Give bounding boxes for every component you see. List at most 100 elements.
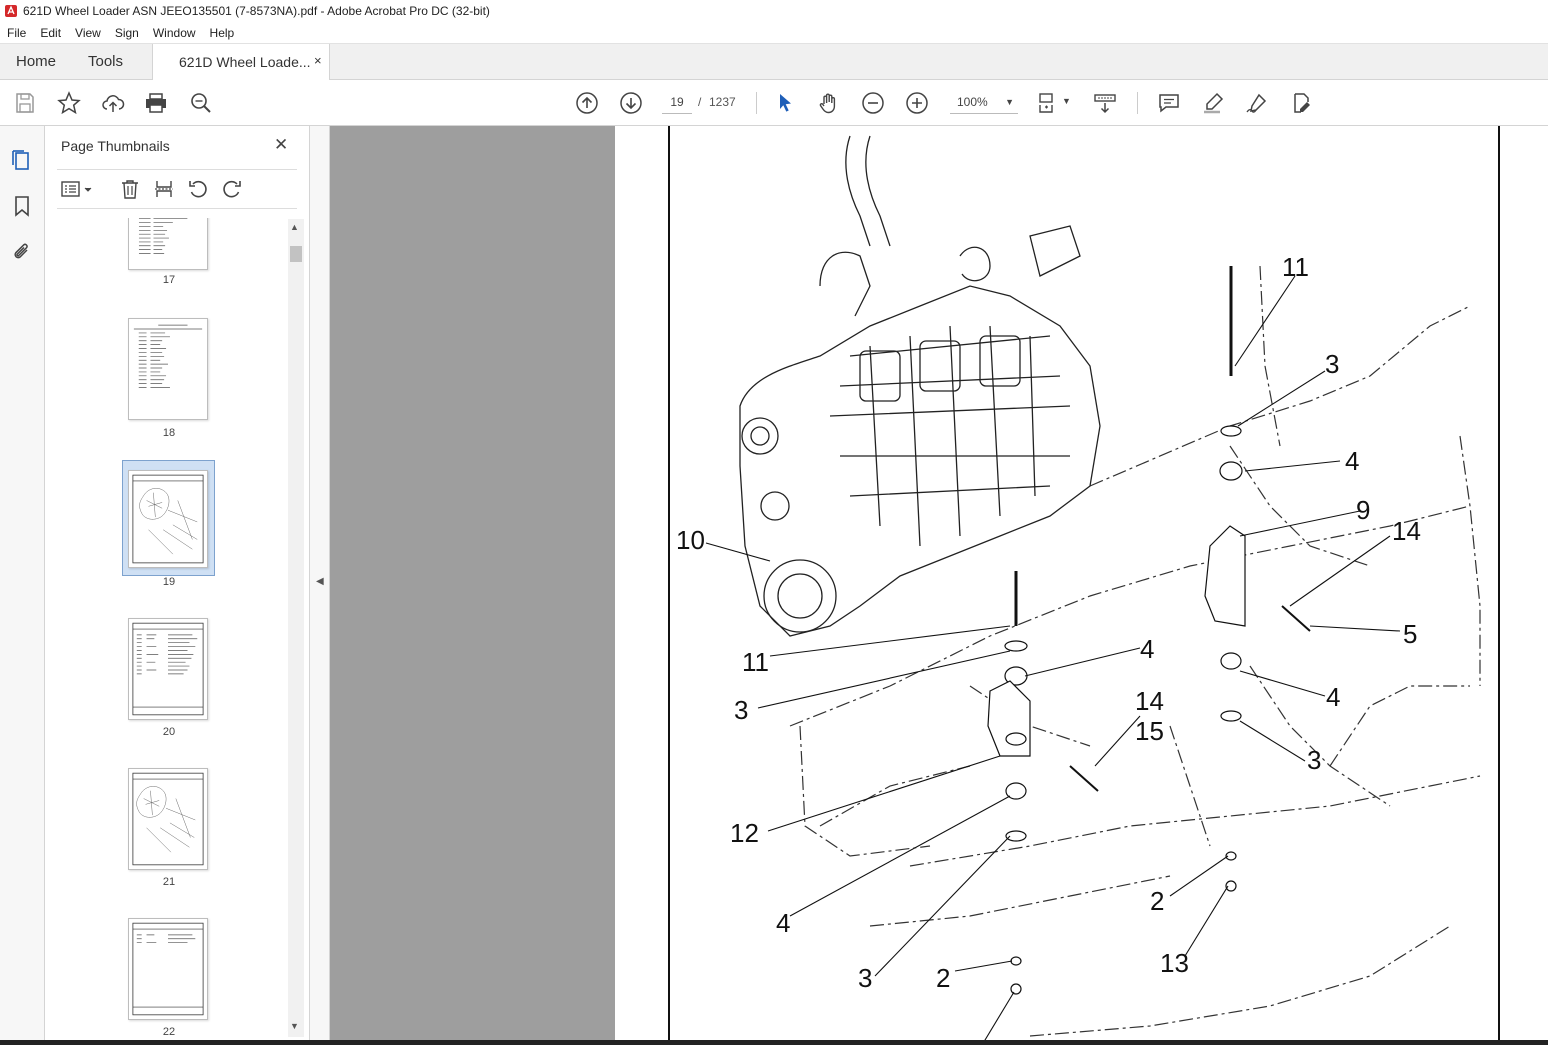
tab-close-icon[interactable]: × xyxy=(314,53,322,68)
rotate-counterclockwise-icon[interactable] xyxy=(187,178,209,200)
thumbnail-page-selected[interactable] xyxy=(128,470,208,568)
edit-pdf-icon[interactable] xyxy=(1289,91,1313,115)
thumbnail-content xyxy=(138,218,188,254)
chevron-down-icon: ▼ xyxy=(1005,97,1014,107)
rotate-clockwise-icon[interactable] xyxy=(221,178,243,200)
thumbnail-content xyxy=(132,622,204,716)
thumbnail-list: 17 18 19 20 21 22 xyxy=(57,218,287,1038)
menu-view[interactable]: View xyxy=(68,26,108,40)
total-pages: 1237 xyxy=(709,95,736,109)
thumbnail-page-number: 18 xyxy=(162,427,176,439)
main-toolbar: 19 / 1237 100% ▼ ▼ xyxy=(0,80,1548,126)
bookmarks-icon[interactable] xyxy=(10,194,34,218)
zoom-level-select[interactable]: 100% ▼ xyxy=(950,90,1018,114)
thumbnail-content xyxy=(133,324,203,388)
callout-label: 2 xyxy=(1150,886,1164,916)
comment-icon[interactable] xyxy=(1157,91,1181,115)
scroll-up-icon[interactable]: ▲ xyxy=(290,222,299,232)
callout-label: 4 xyxy=(1140,634,1154,664)
thumbnail-scrollbar[interactable] xyxy=(288,219,304,1037)
scroll-down-icon[interactable]: ▼ xyxy=(290,1021,299,1031)
callout-label: 11 xyxy=(742,647,769,677)
callout-label: 13 xyxy=(1160,948,1189,978)
extract-pages-icon[interactable] xyxy=(153,178,175,200)
thumbnail-options-icon[interactable] xyxy=(61,178,95,200)
thumbnail-page[interactable] xyxy=(128,318,208,420)
draw-sign-icon[interactable] xyxy=(1245,91,1269,115)
thumbnail-scrollbar-thumb[interactable] xyxy=(290,246,302,262)
panel-close-icon[interactable]: ✕ xyxy=(274,135,288,155)
zoom-level-value: 100% xyxy=(957,95,988,109)
print-icon[interactable] xyxy=(144,91,168,115)
thumbnail-content xyxy=(132,474,204,564)
search-zoom-icon[interactable] xyxy=(189,91,213,115)
menu-file[interactable]: File xyxy=(0,26,33,40)
thumbnail-page-number: 19 xyxy=(162,576,176,588)
callout-label: 2 xyxy=(936,963,950,993)
menu-edit[interactable]: Edit xyxy=(33,26,68,40)
tab-tools[interactable]: Tools xyxy=(88,53,123,70)
thumbnail-page-number: 17 xyxy=(162,274,176,286)
page-thumbnails-icon[interactable] xyxy=(10,148,34,172)
panel-splitter[interactable]: ◀ xyxy=(310,126,330,1045)
cloud-upload-icon[interactable] xyxy=(101,91,125,115)
document-background xyxy=(330,126,615,1045)
page-number-input[interactable]: 19 xyxy=(662,90,692,114)
callout-label: 3 xyxy=(734,695,748,725)
select-cursor-icon[interactable] xyxy=(773,91,797,115)
callout-label: 11 xyxy=(1282,252,1309,282)
attachments-icon[interactable] xyxy=(10,240,34,264)
collapse-panel-icon[interactable]: ◀ xyxy=(316,576,324,587)
tab-bar: Home Tools 621D Wheel Loade... × xyxy=(0,43,1548,81)
delete-page-icon[interactable] xyxy=(119,178,141,200)
zoom-out-icon[interactable] xyxy=(861,91,885,115)
callout-label: 3 xyxy=(858,963,872,993)
tab-home[interactable]: Home xyxy=(16,53,56,70)
pdf-page[interactable]: 11 3 4 9 14 5 4 3 10 11 3 4 14 15 12 4 3… xyxy=(668,126,1500,1045)
tab-document[interactable]: 621D Wheel Loade... × xyxy=(152,44,330,81)
page-thumbnails-panel: Page Thumbnails ✕ 17 18 19 20 21 22 ▲ ▼ xyxy=(45,126,310,1045)
callout-label: 14 xyxy=(1135,686,1164,716)
next-page-icon[interactable] xyxy=(619,91,643,115)
page-display-chevron-icon[interactable]: ▼ xyxy=(1062,96,1071,106)
zoom-in-icon[interactable] xyxy=(905,91,929,115)
thumbnail-page[interactable] xyxy=(128,218,208,270)
title-bar: 621D Wheel Loader ASN JEEO135501 (7-8573… xyxy=(0,0,1548,22)
callout-label: 4 xyxy=(776,908,790,938)
callout-label: 10 xyxy=(676,525,705,555)
bookmark-star-icon[interactable] xyxy=(57,91,81,115)
callout-label: 15 xyxy=(1135,716,1164,746)
thumbnail-toolbar xyxy=(57,169,297,209)
thumbnail-page[interactable] xyxy=(128,618,208,720)
navigation-rail xyxy=(0,126,45,1045)
thumbnail-page[interactable] xyxy=(128,768,208,870)
thumbnail-page-number: 20 xyxy=(162,726,176,738)
callout-label: 3 xyxy=(1307,745,1321,775)
thumbnail-content xyxy=(132,772,204,866)
menu-help[interactable]: Help xyxy=(203,26,242,40)
tab-document-label: 621D Wheel Loade... xyxy=(179,54,311,70)
thumbnail-page-number: 22 xyxy=(162,1026,176,1038)
highlight-pen-icon[interactable] xyxy=(1201,91,1225,115)
menu-bar: File Edit View Sign Window Help xyxy=(0,22,1548,43)
page-separator: / xyxy=(698,95,702,109)
toolbar-divider xyxy=(1137,92,1138,114)
page-display-icon[interactable] xyxy=(1037,91,1061,115)
callout-label: 4 xyxy=(1326,682,1340,712)
previous-page-icon[interactable] xyxy=(575,91,599,115)
toolbar-divider xyxy=(756,92,757,114)
callout-label: 4 xyxy=(1345,446,1359,476)
menu-sign[interactable]: Sign xyxy=(108,26,146,40)
hand-tool-icon[interactable] xyxy=(817,91,841,115)
thumbnail-page-number: 21 xyxy=(162,876,176,888)
callout-label: 9 xyxy=(1356,495,1370,525)
acrobat-app-icon xyxy=(5,5,17,17)
menu-window[interactable]: Window xyxy=(146,26,203,40)
callout-label: 5 xyxy=(1403,619,1417,649)
thumbnail-content xyxy=(132,922,204,1016)
panel-title: Page Thumbnails xyxy=(61,138,170,154)
save-icon[interactable] xyxy=(13,91,37,115)
scrolling-mode-icon[interactable] xyxy=(1093,91,1117,115)
engine-mount-drawing: 11 3 4 9 14 5 4 3 10 11 3 4 14 15 12 4 3… xyxy=(676,135,1481,1045)
thumbnail-page[interactable] xyxy=(128,918,208,1020)
